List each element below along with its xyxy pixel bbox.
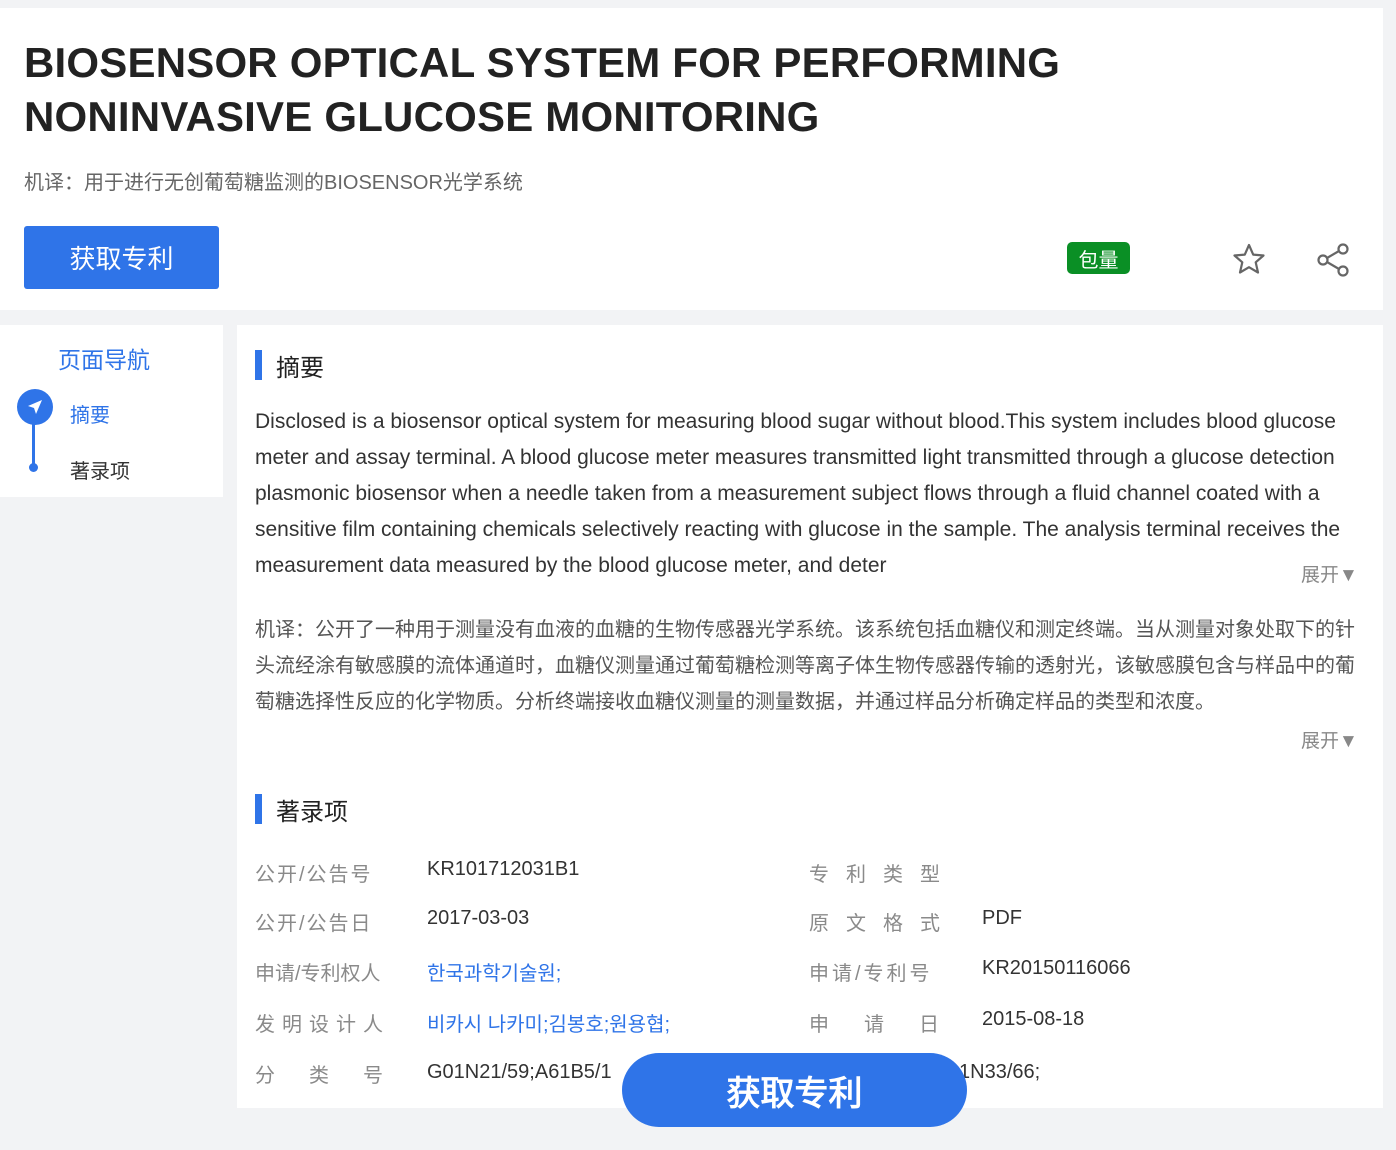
share-icon[interactable] (1313, 240, 1353, 280)
nav-track (32, 421, 35, 467)
applicant-link[interactable]: 한국과학기술원; (427, 957, 561, 986)
patent-header: BIOSENSOR OPTICAL SYSTEM FOR PERFORMING … (0, 8, 1383, 310)
page-navigation: 页面导航 摘要 著录项 (0, 325, 223, 497)
expand-chinese-link[interactable]: 展开▼ (1301, 726, 1358, 753)
application-date-label: 申请日 (809, 1014, 974, 1036)
expand-english-link[interactable]: 展开▼ (1301, 560, 1358, 587)
pub-date-label: 公开/公告日 (255, 913, 373, 935)
get-patent-button[interactable]: 获取专利 (24, 226, 219, 289)
application-number-value: KR20150116066 (982, 957, 1131, 979)
doc-format-label: 原文格式 (809, 913, 957, 935)
inventor-label: 发明设计人 (255, 1014, 390, 1036)
classification-label: 分类号 (255, 1065, 417, 1087)
abstract-chinese: 机译：公开了一种用于测量没有血液的血糖的生物传感器光学系统。该系统包括血糖仪和测… (255, 619, 1355, 713)
star-icon[interactable] (1229, 240, 1269, 280)
classification-value-continued: 1N33/66; (959, 1061, 1041, 1083)
biblio-heading: 著录项 (255, 794, 348, 826)
patent-type-label: 专利类型 (809, 864, 957, 886)
classification-value: G01N21/59;A61B5/1 (427, 1061, 612, 1083)
biblio-heading-text: 著录项 (276, 798, 348, 826)
application-date-value: 2015-08-18 (982, 1008, 1085, 1030)
abstract-heading: 摘要 (255, 350, 324, 382)
applicant-label: 申请/专利权人 (255, 963, 381, 985)
navigation-arrow-icon (17, 389, 53, 425)
inventor-link[interactable]: 비카시 나카미;김봉호;원용협; (427, 1008, 670, 1037)
pub-number-label: 公开/公告号 (255, 864, 373, 886)
nav-item-abstract[interactable]: 摘要 (70, 399, 110, 428)
heading-marker (255, 794, 262, 824)
heading-marker (255, 350, 262, 380)
title-translation: 机译：用于进行无创葡萄糖监测的BIOSENSOR光学系统 (24, 172, 523, 194)
floating-get-patent-button[interactable]: 获取专利 (622, 1053, 967, 1127)
status-badge: 包量 (1067, 242, 1130, 274)
nav-item-bibliographic[interactable]: 著录项 (70, 455, 130, 484)
abstract-english: Disclosed is a biosensor optical system … (255, 410, 1341, 577)
pub-number-value: KR101712031B1 (427, 858, 580, 880)
pub-date-value: 2017-03-03 (427, 907, 530, 929)
doc-format-value: PDF (982, 907, 1022, 929)
patent-content: 摘要 Disclosed is a biosensor optical syst… (237, 325, 1383, 1108)
nav-dot (29, 463, 38, 472)
nav-title: 页面导航 (58, 347, 150, 373)
page-title: BIOSENSOR OPTICAL SYSTEM FOR PERFORMING … (24, 39, 1061, 140)
application-number-label: 申请/专利号 (809, 963, 933, 985)
abstract-heading-text: 摘要 (276, 354, 324, 382)
